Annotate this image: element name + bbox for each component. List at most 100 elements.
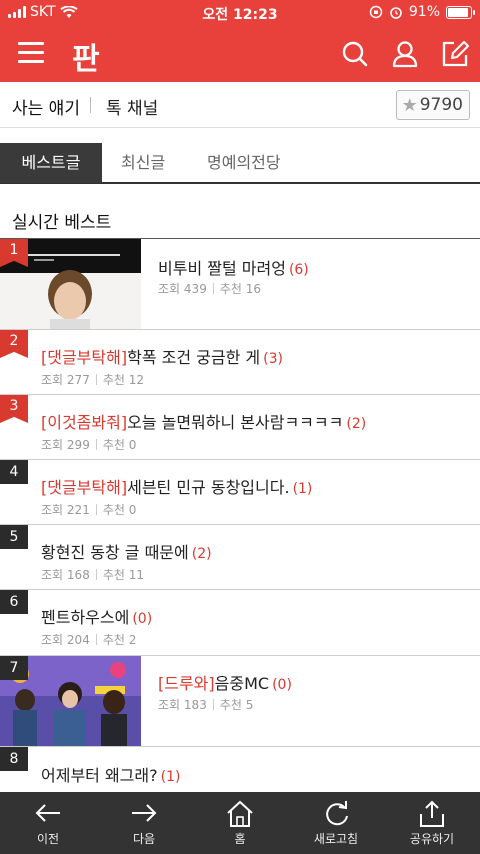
list-item[interactable]: 2 [댓글부탁해]학폭 조건 궁금한 게 (3) 조회 277 추천 12 <box>0 329 480 394</box>
post-title: [댓글부탁해]학폭 조건 궁금한 게 (3) <box>41 344 283 368</box>
views-label: 조회 <box>158 698 181 712</box>
post-tag: [댓글부탁해] <box>41 478 128 497</box>
rank-badge: 6 <box>0 590 28 614</box>
post-tag: [댓글부탁해] <box>41 348 128 367</box>
views-count: 299 <box>66 438 90 452</box>
post-meta: 조회 221 추천 0 <box>41 501 136 518</box>
rotation-lock-icon <box>369 5 383 19</box>
channel-bar: 사는 얘기 톡 채널 ★ 9790 <box>0 82 480 128</box>
rank-badge: 2 <box>0 330 28 358</box>
comment-count: (1) <box>160 769 181 785</box>
comment-count: (0) <box>272 677 292 693</box>
search-icon[interactable] <box>336 36 374 72</box>
rank-badge: 5 <box>0 525 28 549</box>
share-icon <box>420 800 444 827</box>
forward-label: 다음 <box>132 832 156 846</box>
list-item[interactable]: 4 [댓글부탁해]세븐틴 민규 동창입니다. (1) 조회 221 추천 0 <box>0 459 480 524</box>
post-title: [댓글부탁해]세븐틴 민규 동창입니다. (1) <box>41 474 312 498</box>
views-label: 조회 <box>158 282 181 296</box>
views-label: 조회 <box>41 503 64 517</box>
views-count: 221 <box>66 503 90 517</box>
post-title: 황현진 동창 글 때문에 (2) <box>41 539 212 563</box>
bottom-nav: 이전 다음 홈 새로고침 공유하기 <box>0 792 480 854</box>
post-title-text: 학폭 조건 궁금한 게 <box>127 348 261 367</box>
post-title-text: 비투비 짤털 마려엉 <box>158 259 286 278</box>
rank-badge: 4 <box>0 460 28 484</box>
post-title-text: 어제부터 왜그래? <box>41 766 158 785</box>
recs-label: 추천 <box>219 698 242 712</box>
recs-label: 추천 <box>102 373 125 387</box>
views-count: 183 <box>183 698 207 712</box>
section-title: 실시간 베스트 <box>12 213 112 233</box>
list-item[interactable]: 7 [드루와]음중MC (0) 조회 183 추천 5 <box>0 655 480 746</box>
post-title: [드루와]음중MC (0) <box>158 670 292 694</box>
comment-count: (2) <box>346 416 367 432</box>
alarm-icon <box>390 7 402 19</box>
post-meta: 조회 204 추천 2 <box>41 631 136 648</box>
views-count: 439 <box>183 282 207 296</box>
favorite-count: 9790 <box>419 95 463 115</box>
post-tag: [이것좀봐줘] <box>41 413 128 432</box>
recs-label: 추천 <box>102 568 125 582</box>
back-arrow-icon <box>35 804 60 822</box>
views-label: 조회 <box>41 633 64 647</box>
back-label: 이전 <box>36 832 60 846</box>
home-icon <box>227 800 253 827</box>
post-title-text: 펜트하우스에 <box>41 608 130 627</box>
recs-label: 추천 <box>102 633 125 647</box>
list-item[interactable]: 8 어제부터 왜그래? (1) <box>0 746 480 792</box>
post-title: [이것좀봐줘]오늘 놀면뭐하니 본사람ㅋㅋㅋㅋ (2) <box>41 409 366 433</box>
post-tag: [드루와] <box>158 674 215 693</box>
status-bar: SKT 오전 12:23 91% <box>0 0 480 26</box>
star-icon: ★ <box>401 94 418 116</box>
user-icon[interactable] <box>386 36 424 72</box>
rank-badge: 3 <box>0 395 28 423</box>
views-count: 204 <box>66 633 90 647</box>
post-title: 펜트하우스에 (0) <box>41 604 152 628</box>
comment-count: (2) <box>191 546 212 562</box>
post-title-text: 음중MC <box>214 674 270 693</box>
back-button[interactable]: 이전 <box>0 792 96 854</box>
recs-count: 5 <box>245 698 254 712</box>
recs-count: 12 <box>128 373 145 387</box>
battery-icon <box>446 5 475 19</box>
views-count: 168 <box>66 568 90 582</box>
recs-count: 2 <box>128 633 137 647</box>
forward-button[interactable]: 다음 <box>96 792 192 854</box>
recs-count: 0 <box>128 503 137 517</box>
divider <box>90 97 91 113</box>
list-item[interactable]: 3 [이것좀봐줘]오늘 놀면뭐하니 본사람ㅋㅋㅋㅋ (2) 조회 299 추천 0 <box>0 394 480 459</box>
channel-title[interactable]: 사는 얘기 <box>12 94 80 119</box>
refresh-label: 새로고침 <box>313 832 359 846</box>
post-meta: 조회 168 추천 11 <box>41 566 144 583</box>
post-meta: 조회 183 추천 5 <box>158 696 253 713</box>
post-meta: 조회 299 추천 0 <box>41 436 136 453</box>
comment-count: (6) <box>288 262 309 278</box>
post-title: 비투비 짤털 마려엉 (6) <box>158 255 309 279</box>
hamburger-menu-icon[interactable] <box>18 42 44 64</box>
list-item[interactable]: 1 비투비 짤털 마려엉 (6) 조회 439 추천 16 <box>0 238 480 329</box>
list-item[interactable]: 6 펜트하우스에 (0) 조회 204 추천 2 <box>0 589 480 655</box>
favorite-button[interactable]: ★ 9790 <box>395 90 470 120</box>
post-meta: 조회 277 추천 12 <box>41 371 144 388</box>
recs-label: 추천 <box>102 503 125 517</box>
channel-sub[interactable]: 톡 채널 <box>106 94 158 119</box>
comment-count: (3) <box>263 351 283 367</box>
refresh-button[interactable]: 새로고침 <box>288 792 384 854</box>
post-title: 어제부터 왜그래? (1) <box>41 762 180 786</box>
home-button[interactable]: 홈 <box>192 792 288 854</box>
post-meta: 조회 439 추천 16 <box>158 280 261 297</box>
tab-best[interactable]: 베스트글 <box>0 143 102 183</box>
share-button[interactable]: 공유하기 <box>384 792 480 854</box>
tab-latest[interactable]: 최신글 <box>121 143 165 183</box>
rank-badge: 8 <box>0 747 28 771</box>
list-item[interactable]: 5 황현진 동창 글 때문에 (2) 조회 168 추천 11 <box>0 524 480 589</box>
post-title-text: 오늘 놀면뭐하니 본사람ㅋㅋㅋㅋ <box>127 413 344 432</box>
tab-hall-of-fame[interactable]: 명예의전당 <box>207 143 281 183</box>
app-logo[interactable]: 판 <box>72 34 100 78</box>
rank-badge: 7 <box>0 656 28 680</box>
recs-label: 추천 <box>102 438 125 452</box>
compose-icon[interactable] <box>436 36 474 72</box>
comment-count: (1) <box>292 481 313 497</box>
views-count: 277 <box>66 373 90 387</box>
